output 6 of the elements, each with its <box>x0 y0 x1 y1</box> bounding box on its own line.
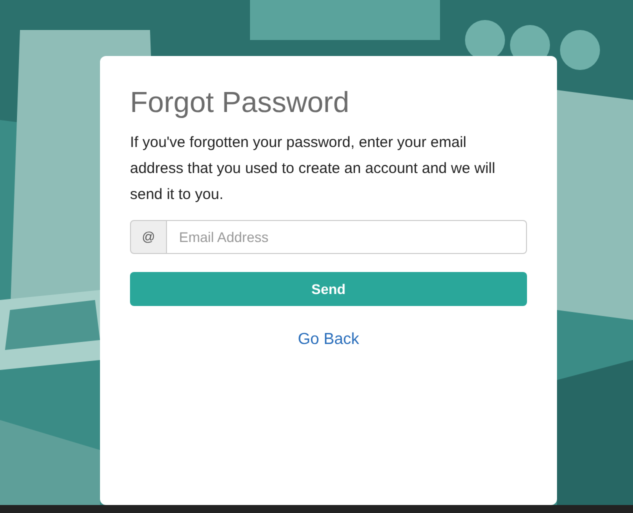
go-back-link[interactable]: Go Back <box>298 328 360 352</box>
dialog-title: Forgot Password <box>130 86 350 120</box>
instructions-text: If you've forgotten your password, enter your email address that you used to create an account and we will send it to you. <box>130 133 496 205</box>
send-button[interactable]: Send <box>130 272 527 306</box>
email-field[interactable]: Email Address <box>167 220 527 254</box>
at-addon: @ <box>130 220 167 254</box>
